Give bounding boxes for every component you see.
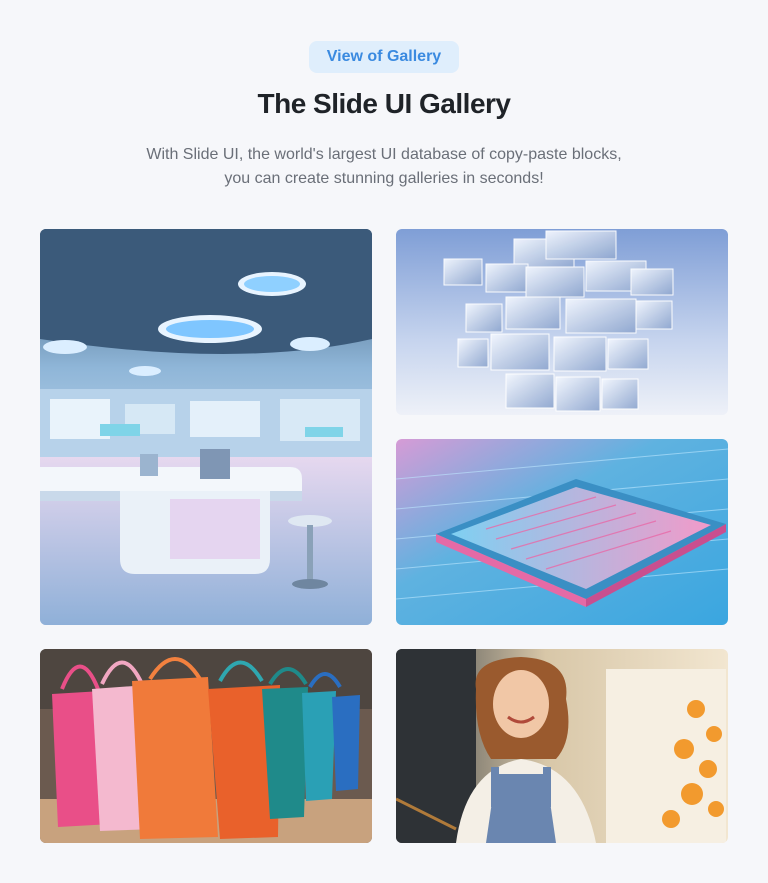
- gallery-image-chip[interactable]: [396, 439, 728, 625]
- chip-image: [396, 439, 728, 625]
- subtitle-line-1: With Slide UI, the world's largest UI da…: [146, 146, 622, 163]
- bags-image: [40, 649, 372, 843]
- gallery-image-painter[interactable]: [396, 649, 728, 843]
- gallery-image-cubes[interactable]: [396, 229, 728, 415]
- gallery-badge[interactable]: View of Gallery: [309, 41, 459, 73]
- gallery-image-lab[interactable]: [40, 229, 372, 625]
- page-title: The Slide UI Gallery: [257, 88, 511, 119]
- gallery-image-bags[interactable]: [40, 649, 372, 843]
- page-subtitle: With Slide UI, the world's largest UI da…: [104, 143, 664, 191]
- painter-image: [396, 649, 728, 843]
- lab-image: [40, 229, 372, 625]
- subtitle-line-2: you can create stunning galleries in sec…: [224, 170, 544, 187]
- cubes-image: [396, 229, 728, 415]
